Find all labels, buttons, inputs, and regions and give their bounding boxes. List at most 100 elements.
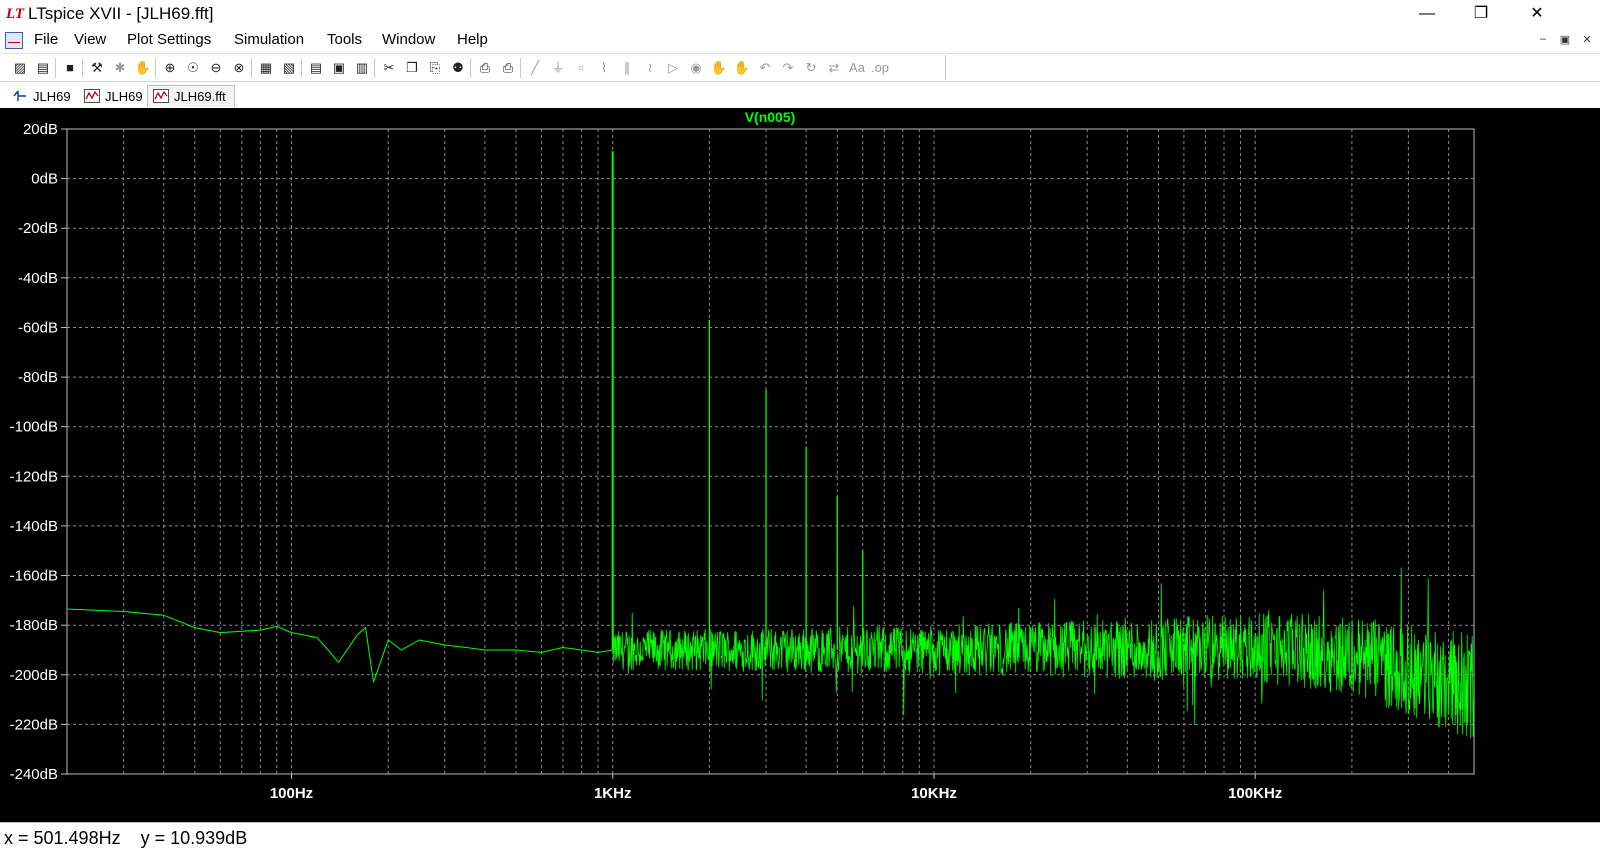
fft-plot[interactable]: 20dB 0dB -20dB -40dB -60dB -80dB -100dB -120dB -… <box>0 108 1600 822</box>
toolbar-separator <box>374 58 375 78</box>
zoom-fit-icon[interactable]: ⊗ <box>229 58 249 78</box>
halt-icon[interactable]: ✋ <box>133 58 153 78</box>
capacitor-icon[interactable]: ∥ <box>617 58 637 78</box>
tab-bar: JLH69 JLH69 JLH69.fft <box>0 81 1600 108</box>
plot-grid <box>66 128 1475 775</box>
waveform-icon <box>153 89 169 103</box>
menu-simulation[interactable]: Simulation <box>232 31 306 48</box>
inductor-icon[interactable]: ≀ <box>640 58 660 78</box>
y-tick-label: -220dB <box>10 716 58 733</box>
cursor-readout: x = 501.498Hz y = 10.939dB <box>4 828 247 849</box>
pan-icon[interactable]: ☉ <box>183 58 203 78</box>
tab-label: JLH69.fft <box>174 89 226 104</box>
menu-plot-settings[interactable]: Plot Settings <box>125 31 213 48</box>
open-icon[interactable]: ▤ <box>33 58 53 78</box>
cursor-x-label: x = <box>4 828 34 848</box>
y-tick-label: 0dB <box>31 171 58 188</box>
drag-icon[interactable]: ✋ <box>732 58 752 78</box>
component-icon[interactable]: ◉ <box>686 58 706 78</box>
y-tick-label: -240dB <box>10 766 58 783</box>
menu-tools[interactable]: Tools <box>325 31 364 48</box>
move-icon[interactable]: ✋ <box>709 58 729 78</box>
mirror-icon[interactable]: ⇄ <box>824 58 844 78</box>
toolbar-separator <box>55 58 56 78</box>
y-tick-label: -140dB <box>10 518 58 535</box>
x-tick-label: 1KHz <box>594 785 632 802</box>
zoom-out-icon[interactable]: ⊖ <box>206 58 226 78</box>
menu-view[interactable]: View <box>72 31 108 48</box>
menu-window[interactable]: Window <box>380 31 437 48</box>
copy-icon[interactable]: ❐ <box>402 58 422 78</box>
y-tick-label: -20dB <box>18 220 58 237</box>
zoom-area-icon[interactable]: ⊕ <box>160 58 180 78</box>
y-tick-label: -160dB <box>10 568 58 585</box>
new-schematic-icon[interactable]: ▨ <box>10 58 30 78</box>
toolbar-separator <box>155 58 156 78</box>
ltspice-logo-icon: LT <box>6 6 25 22</box>
status-bar: x = 501.498Hz y = 10.939dB <box>0 822 1600 854</box>
tile-vertical-icon[interactable]: ▥ <box>352 58 372 78</box>
tab-label: JLH69 <box>105 89 143 104</box>
print-preview-icon[interactable]: ⎙ <box>475 58 495 78</box>
rotate-icon[interactable]: ↻ <box>801 58 821 78</box>
y-tick-label: -80dB <box>18 369 58 386</box>
toolbar-separator <box>470 58 471 78</box>
plot-axes: 20dB 0dB -20dB -40dB -60dB -80dB -100dB -120dB -… <box>10 121 1283 802</box>
text-icon[interactable]: Aa <box>847 58 867 78</box>
menu-help[interactable]: Help <box>455 31 490 48</box>
cursor-x-value: 501.498Hz <box>33 828 121 848</box>
label-net-icon[interactable]: ▫ <box>571 58 591 78</box>
paste-icon[interactable]: ⎘ <box>425 58 445 78</box>
tab-fft[interactable]: JLH69.fft <box>147 85 235 107</box>
control-panel-icon[interactable]: ⚒ <box>87 58 107 78</box>
y-tick-label: -120dB <box>10 468 58 485</box>
x-tick-label: 10KHz <box>911 785 957 802</box>
autorange-icon[interactable]: ▦ <box>256 58 276 78</box>
y-tick-label: -40dB <box>18 270 58 287</box>
mdi-minimize-button[interactable]: – <box>1536 33 1550 45</box>
document-menu-icon[interactable] <box>5 32 23 49</box>
x-tick-label: 100Hz <box>270 785 313 802</box>
trace-v-n005[interactable] <box>66 151 1475 739</box>
menu-file[interactable]: File <box>32 31 60 48</box>
y-tick-label: -180dB <box>10 617 58 634</box>
redo-icon[interactable]: ↷ <box>778 58 798 78</box>
undo-icon[interactable]: ↶ <box>755 58 775 78</box>
save-icon[interactable]: ■ <box>60 58 80 78</box>
menu-bar: File View Plot Settings Simulation Tools… <box>0 30 1600 52</box>
y-tick-label: -60dB <box>18 320 58 337</box>
close-button[interactable]: ✕ <box>1514 0 1560 30</box>
print-icon[interactable]: ⎙ <box>498 58 518 78</box>
minimize-button[interactable]: — <box>1404 0 1450 30</box>
run-icon[interactable]: ✱ <box>110 58 130 78</box>
tab-label: JLH69 <box>33 89 71 104</box>
y-tick-label: 20dB <box>23 121 58 138</box>
trace-low-frequency-floor <box>66 608 613 683</box>
tab-schematic[interactable]: JLH69 <box>6 85 80 107</box>
toolbar-separator <box>520 58 521 78</box>
spice-directive-icon[interactable]: .op <box>870 58 890 78</box>
ground-icon[interactable]: ⏚ <box>548 58 568 78</box>
schematic-icon <box>13 90 26 101</box>
plot-frame <box>66 128 1475 775</box>
find-icon[interactable]: ⚉ <box>448 58 468 78</box>
diode-icon[interactable]: ▷ <box>663 58 683 78</box>
pick-visible-traces-icon[interactable]: ▧ <box>279 58 299 78</box>
trace-label[interactable]: V(n005) <box>745 109 796 125</box>
title-bar: LT LTspice XVII - [JLH69.fft] — ❐ ✕ <box>0 0 1600 30</box>
cascade-icon[interactable]: ▣ <box>329 58 349 78</box>
x-tick-label: 100KHz <box>1228 785 1282 802</box>
wire-icon[interactable]: ╱ <box>525 58 545 78</box>
toolbar-separator <box>301 58 302 78</box>
tab-waveform[interactable]: JLH69 <box>78 85 152 107</box>
mdi-restore-button[interactable]: ▣ <box>1558 33 1572 46</box>
window-title: LTspice XVII - [JLH69.fft] <box>28 4 214 23</box>
tile-horizontal-icon[interactable]: ▤ <box>306 58 326 78</box>
cursor-y-value: 10.939dB <box>170 828 248 848</box>
cut-icon[interactable]: ✂ <box>379 58 399 78</box>
waveform-plot-pane[interactable]: 20dB 0dB -20dB -40dB -60dB -80dB -100dB -120dB -… <box>0 108 1600 822</box>
toolbar-buttons: ▨ ▤ ■ ⚒ ✱ ✋ ⊕ ☉ ⊖ ⊗ ▦ ▧ ▤ ▣ ▥ ✂ ❐ ⎘ ⚉ ⎙ ⎙ ╱ ⏚ ▫ ⌇ ∥ ≀ ▷ ◉ ✋ ✋ ↶ ↷ ↻ ⇄ Aa .op <box>8 55 946 80</box>
resistor-icon[interactable]: ⌇ <box>594 58 614 78</box>
restore-button[interactable]: ❐ <box>1458 0 1504 30</box>
mdi-close-button[interactable]: ✕ <box>1580 33 1594 46</box>
